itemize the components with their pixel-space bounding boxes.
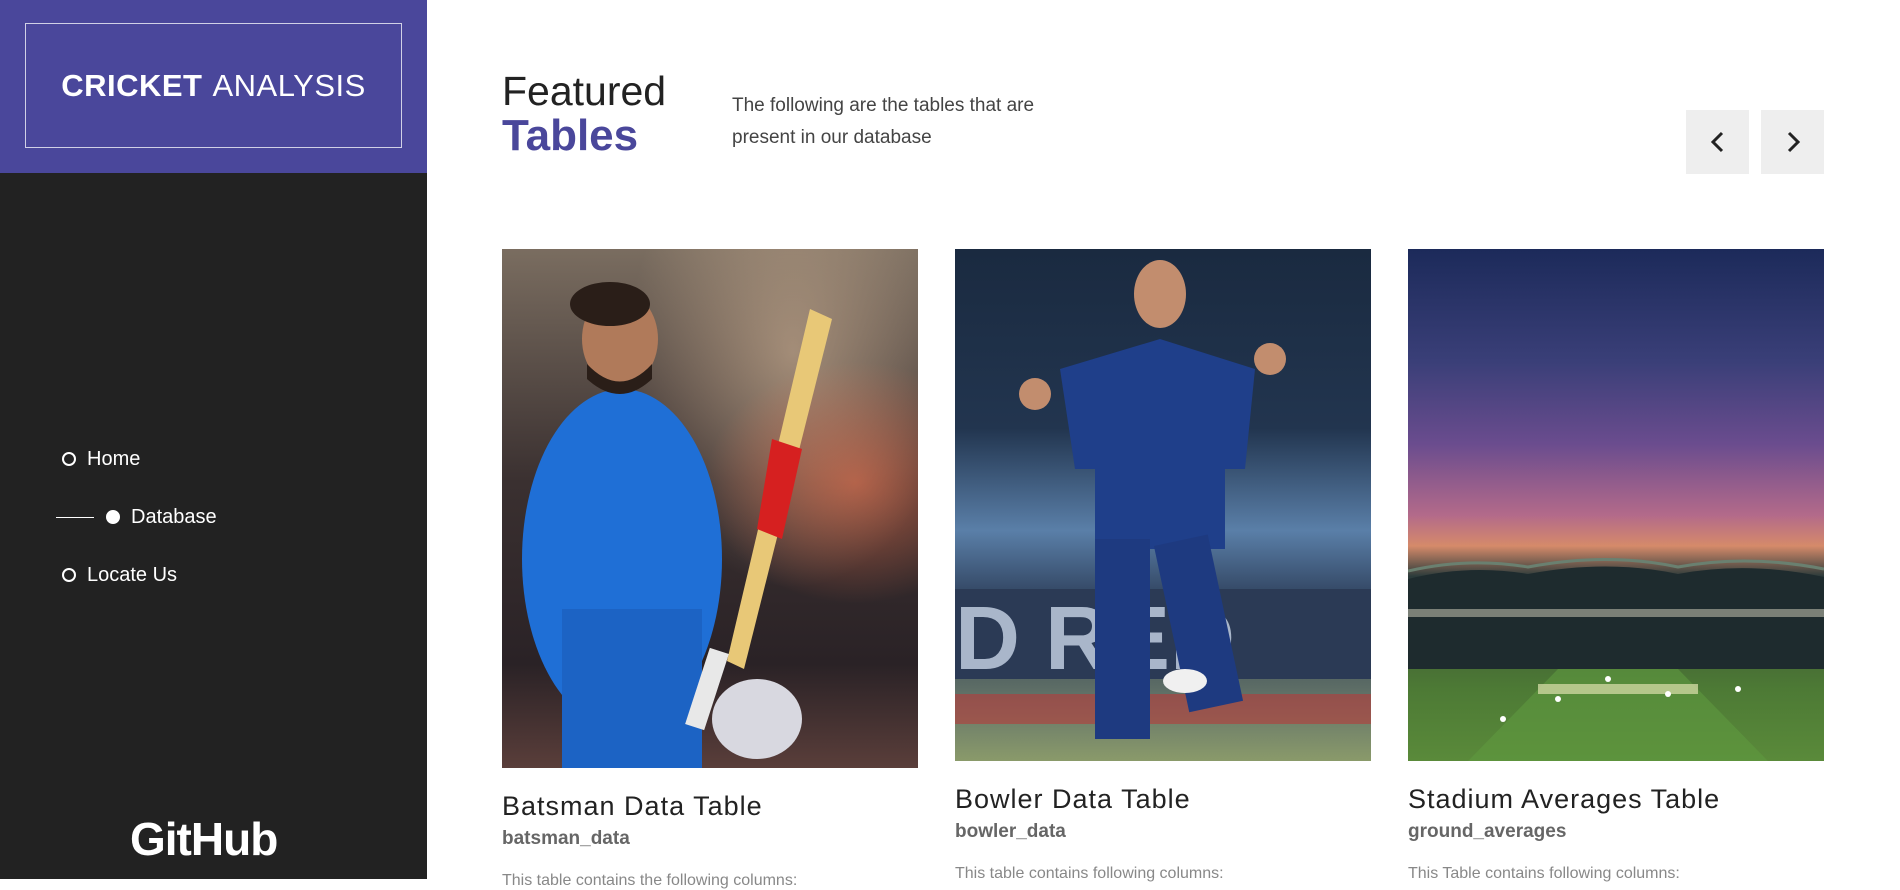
brand-header: CRICKET ANALYSIS	[0, 0, 427, 173]
nav-item-label: Home	[87, 447, 141, 470]
card-batsman[interactable]: Batsman Data Table batsman_data This tab…	[502, 249, 918, 890]
section-title: Featured Tables	[502, 68, 667, 161]
brand-bold-text: CRICKET	[61, 67, 203, 103]
card-description: This table contains following columns:	[955, 865, 1224, 882]
nav-item-database[interactable]: Database	[56, 488, 217, 546]
card-description: This table contains the following column…	[502, 872, 798, 889]
card-title: Batsman Data Table	[502, 791, 763, 821]
card-subtitle: batsman_data	[502, 828, 630, 849]
nav-dot-icon	[62, 568, 76, 582]
sidebar: CRICKET ANALYSIS Home Database Locate Us…	[0, 0, 427, 879]
nav-item-home[interactable]: Home	[56, 430, 217, 488]
nav-item-label: Database	[131, 505, 217, 528]
nav-item-locate-us[interactable]: Locate Us	[56, 546, 217, 604]
chevron-right-icon	[1787, 131, 1800, 153]
section-title-line2: Tables	[502, 111, 639, 161]
github-link[interactable]: GitHub	[130, 812, 278, 866]
section-intro: The following are the tables that are pr…	[732, 95, 1035, 148]
batsman-image	[502, 249, 918, 768]
prev-button[interactable]	[1686, 110, 1749, 174]
next-button[interactable]	[1761, 110, 1824, 174]
card-subtitle: ground_averages	[1408, 821, 1567, 842]
site-logo[interactable]: CRICKET ANALYSIS	[25, 23, 402, 148]
card-bowler[interactable]: D RED Bowler Data Table bowler_data This…	[955, 249, 1371, 883]
section-title-line1: Featured	[502, 68, 667, 114]
card-title: Stadium Averages Table	[1408, 784, 1721, 814]
card-description: This Table contains following columns:	[1408, 865, 1680, 882]
active-indicator-line	[56, 516, 94, 518]
bowler-illustration: D RED	[955, 260, 1371, 739]
card-stadium[interactable]: Stadium Averages Table ground_averages T…	[1408, 249, 1824, 883]
batsman-illustration	[522, 282, 832, 768]
card-subtitle: bowler_data	[955, 821, 1066, 842]
nav-dot-icon	[62, 452, 76, 466]
card-title: Bowler Data Table	[955, 784, 1191, 814]
nav-item-label: Locate Us	[87, 563, 178, 586]
sidebar-nav: Home Database Locate Us	[56, 430, 217, 604]
stadium-illustration	[1408, 558, 1824, 761]
brand-light-text: ANALYSIS	[212, 67, 366, 103]
stadium-image	[1408, 249, 1824, 761]
chevron-left-icon	[1710, 131, 1723, 153]
bowler-image: D RED	[955, 249, 1371, 761]
nav-dot-icon	[106, 510, 120, 524]
